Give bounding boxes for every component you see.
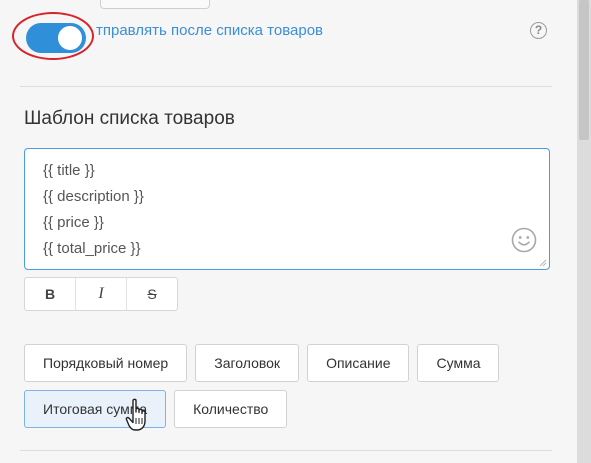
- question-circle-icon[interactable]: ?: [530, 22, 547, 39]
- editor-line-title: {{ title }}: [43, 162, 95, 179]
- bottom-divider: [20, 450, 552, 451]
- insert-description-button[interactable]: Описание: [307, 344, 410, 382]
- formatting-toolbar: B I S: [24, 277, 178, 311]
- section-divider: [20, 86, 552, 87]
- variable-buttons-row-1: Порядковый номер Заголовок Описание Сумм…: [24, 344, 507, 382]
- bold-button[interactable]: B: [25, 278, 76, 310]
- insert-quantity-button[interactable]: Количество: [174, 390, 288, 428]
- scrollbar-thumb[interactable]: [579, 0, 589, 140]
- insert-title-button[interactable]: Заголовок: [195, 344, 300, 382]
- hand-cursor-icon: [125, 398, 146, 431]
- strikethrough-button[interactable]: S: [127, 278, 177, 310]
- scrollbar-track[interactable]: [577, 0, 591, 463]
- editor-line-total-price: {{ total_price }}: [43, 240, 141, 257]
- editor-line-price: {{ price }}: [43, 214, 104, 231]
- send-after-list-label[interactable]: тправлять после списка товаров: [96, 22, 323, 39]
- editor-line-description: {{ description }}: [43, 188, 144, 205]
- template-editor[interactable]: {{ title }} {{ description }} {{ price }…: [24, 148, 550, 270]
- button-partial-top[interactable]: [100, 0, 210, 9]
- annotation-highlight-circle: [12, 12, 94, 60]
- insert-sum-button[interactable]: Сумма: [417, 344, 500, 382]
- resize-grip-icon[interactable]: [539, 259, 547, 267]
- template-section-title: Шаблон списка товаров: [24, 108, 235, 129]
- editor-content[interactable]: {{ title }} {{ description }} {{ price }…: [43, 158, 144, 262]
- insert-order-number-button[interactable]: Порядковый номер: [24, 344, 188, 382]
- settings-panel: тправлять после списка товаров ? Шаблон …: [0, 0, 577, 463]
- smile-icon[interactable]: [511, 227, 537, 253]
- variable-buttons-row-2: Итоговая сумма Количество: [24, 390, 295, 428]
- italic-button[interactable]: I: [76, 278, 127, 310]
